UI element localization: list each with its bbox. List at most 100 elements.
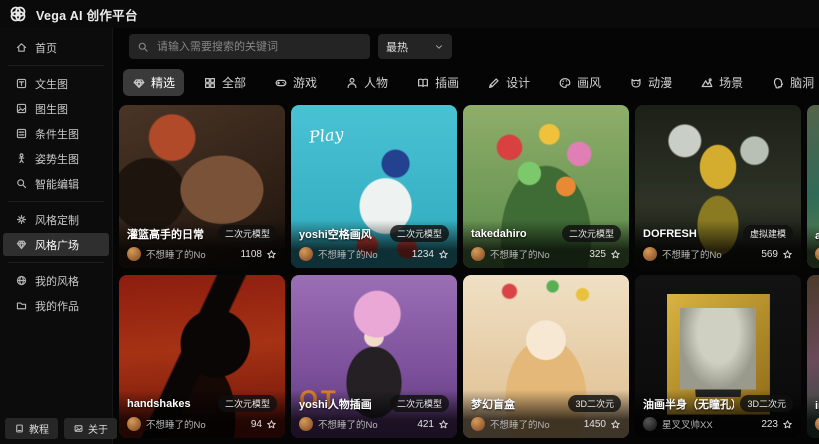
category-tab-label: 画风 [577,74,601,91]
author-name: 不想睡了的No [146,417,206,431]
star-icon[interactable] [782,419,793,430]
style-card[interactable]: Play yoshi空格画风 二次元模型 不想睡了的No 1234 [291,105,457,268]
sidebar-item-icon [15,177,28,190]
author-avatar [643,247,657,261]
star-icon[interactable] [782,249,793,260]
sidebar-item-label: 首页 [35,40,57,56]
author-avatar [127,247,141,261]
author-name: 不想睡了的No [318,417,378,431]
style-card[interactable]: takedahiro 二次元模型 不想睡了的No 325 [463,105,629,268]
author-name: 星叉叉帅XX [662,417,713,431]
category-tab-icon [629,76,643,90]
category-tab-label: 游戏 [293,74,317,91]
author-name: 不想睡了的No [490,247,550,261]
sidebar-item[interactable]: 风格定制 [3,208,109,231]
sidebar-item[interactable]: 文生图 [3,72,109,95]
category-tab[interactable]: 全部 [194,69,255,96]
card-meta: 325 [589,249,621,260]
card-caption: 油画半身（无瞳孔） 3D二次元 星叉叉帅XX 223 [635,390,801,438]
sidebar-item-label: 文生图 [35,76,68,92]
sidebar-item[interactable]: 风格广场 [3,233,109,256]
card-author: 不想睡了的No [471,247,550,261]
sidebar-item[interactable]: 姿势生图 [3,147,109,170]
favorite-count: 421 [417,419,434,430]
card-author [815,247,819,261]
category-tab[interactable]: 游戏 [265,69,326,96]
tutorial-button[interactable]: 教程 [5,418,58,439]
author-avatar [299,417,313,431]
style-card[interactable]: OT yoshi人物插画 二次元模型 不想睡了的No 421 [291,275,457,438]
star-icon[interactable] [266,249,277,260]
sidebar-item[interactable]: 图生图 [3,97,109,120]
sidebar-item[interactable]: 智能编辑 [3,172,109,195]
style-card[interactable]: 油画半身（无瞳孔） 3D二次元 星叉叉帅XX 223 [635,275,801,438]
model-type-badge: 二次元模型 [390,395,449,412]
sidebar-item-label: 风格广场 [35,237,79,253]
author-name: 不想睡了的No [490,417,550,431]
sidebar-item[interactable]: 我的作品 [3,294,109,317]
category-tab[interactable]: 精选 [123,69,184,96]
style-card[interactable]: 灌篮高手的日常 二次元模型 不想睡了的No 1108 [119,105,285,268]
sidebar-divider [8,262,104,263]
card-author: 不想睡了的No [299,417,378,431]
sort-dropdown[interactable]: 最热 [378,34,452,59]
about-button[interactable]: 关于 [64,418,117,439]
card-title: ana [815,230,819,242]
star-icon[interactable] [438,419,449,430]
sidebar-item-icon [15,213,28,226]
author-avatar [471,247,485,261]
card-title: handshakes [127,398,191,410]
star-icon[interactable] [610,249,621,260]
sidebar-item-label: 我的作品 [35,298,79,314]
style-card[interactable]: 梦幻盲盒 3D二次元 不想睡了的No 1450 [463,275,629,438]
category-tab[interactable]: 插画 [407,69,468,96]
sidebar-item[interactable]: 我的风格 [3,269,109,292]
style-card[interactable]: DOFRESH 虚拟建模 不想睡了的No 569 [635,105,801,268]
model-type-badge: 二次元模型 [562,225,621,242]
star-icon[interactable] [266,419,277,430]
category-tab-label: 场景 [719,74,743,91]
category-tab-icon [700,76,714,90]
category-tab[interactable]: 画风 [549,69,610,96]
category-tab[interactable]: 设计 [478,69,539,96]
top-bar: Vega AI 创作平台 [0,0,819,28]
card-title: DOFRESH [643,228,697,240]
category-tab[interactable]: 场景 [691,69,752,96]
main-content: 最热 精选 全部 游戏 人物 [114,28,819,444]
card-caption: ana [807,225,819,268]
vega-logo-icon [8,4,28,24]
style-card[interactable]: inf [807,275,819,438]
category-tab[interactable]: 脑洞 [762,69,819,96]
model-type-badge: 二次元模型 [390,225,449,242]
favorite-count: 1450 [584,419,606,430]
sidebar: 首页 文生图 图生图 条件生图 姿势生图 智能编辑 风格定制 [0,28,113,444]
style-card[interactable]: ana [807,105,819,268]
card-title: yoshi人物插画 [299,396,372,412]
style-card-grid: 灌篮高手的日常 二次元模型 不想睡了的No 1108 [119,105,819,438]
favorite-count: 325 [589,249,606,260]
category-tab-icon [203,76,217,90]
star-icon[interactable] [438,249,449,260]
category-tab[interactable]: 动漫 [620,69,681,96]
sidebar-item[interactable]: 条件生图 [3,122,109,145]
card-meta: 1450 [584,419,621,430]
category-tab[interactable]: 人物 [336,69,397,96]
author-avatar [815,247,819,261]
star-icon[interactable] [610,419,621,430]
model-type-badge: 虚拟建模 [743,225,793,242]
model-type-badge: 二次元模型 [218,395,277,412]
tutorial-label: 教程 [29,421,49,436]
style-card[interactable]: handshakes 二次元模型 不想睡了的No 94 [119,275,285,438]
favorite-count: 223 [761,419,778,430]
sidebar-item-icon [15,127,28,140]
search-input[interactable] [155,40,362,54]
card-title: yoshi空格画风 [299,226,372,242]
sidebar-item-icon [15,41,28,54]
search-box[interactable] [129,34,370,59]
artwork-overlay-text: Play [308,124,344,146]
chevron-down-icon [434,42,444,52]
card-caption: DOFRESH 虚拟建模 不想睡了的No 569 [635,220,801,268]
sidebar-item[interactable]: 首页 [3,36,109,59]
sidebar-divider [8,65,104,66]
favorite-count: 1108 [240,249,262,260]
